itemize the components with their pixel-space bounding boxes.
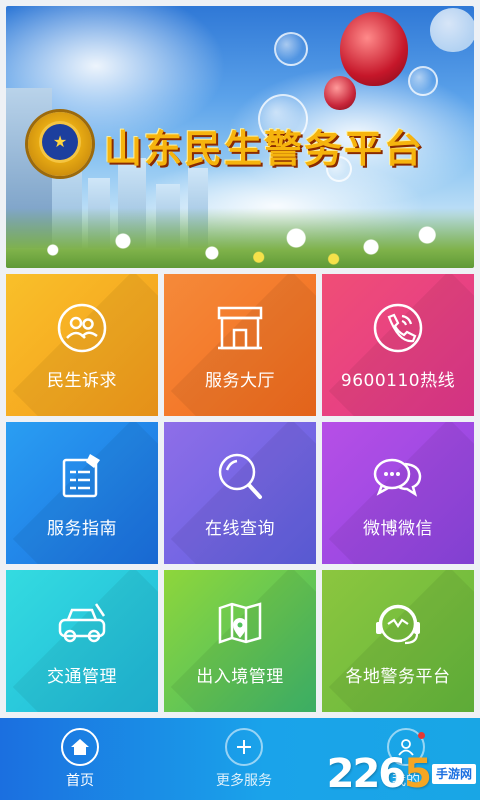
tile-label: 交通管理 xyxy=(47,667,117,687)
service-grid: 民生诉求 服务大厅 9600110热线 服务指南 在线查询 微博微信 交通管理 … xyxy=(6,274,474,712)
car-icon xyxy=(56,598,108,650)
hot-air-balloon xyxy=(430,8,474,52)
tile-hotline[interactable]: 9600110热线 xyxy=(322,274,474,416)
tile-traffic[interactable]: 交通管理 xyxy=(6,570,158,712)
tile-weibo-wechat[interactable]: 微博微信 xyxy=(322,422,474,564)
map-icon xyxy=(214,598,266,650)
tile-local-police[interactable]: 各地警务平台 xyxy=(322,570,474,712)
tile-label: 出入境管理 xyxy=(196,667,284,687)
tile-label: 民生诉求 xyxy=(47,371,117,391)
people-icon xyxy=(56,302,108,354)
tile-service-guide[interactable]: 服务指南 xyxy=(6,422,158,564)
nav-home-label: 首页 xyxy=(66,773,94,789)
banner[interactable]: ★ 山东民生警务平台 xyxy=(6,6,474,268)
tile-label: 服务大厅 xyxy=(205,371,275,391)
tile-label: 各地警务平台 xyxy=(345,667,451,687)
tile-label: 在线查询 xyxy=(205,519,275,539)
tile-label: 9600110热线 xyxy=(340,371,456,391)
notification-dot xyxy=(418,732,425,739)
tile-label: 微博微信 xyxy=(363,519,433,539)
bubble xyxy=(274,32,308,66)
nav-more-label: 更多服务 xyxy=(216,773,272,789)
nav-more-services[interactable]: 更多服务 xyxy=(184,728,304,790)
phone-icon xyxy=(372,302,424,354)
tile-label: 服务指南 xyxy=(47,519,117,539)
hot-air-balloon xyxy=(340,12,408,86)
watermark-site: 手游网 xyxy=(431,764,476,784)
flower-field xyxy=(6,208,474,268)
tile-people-appeal[interactable]: 民生诉求 xyxy=(6,274,158,416)
tile-exit-entry[interactable]: 出入境管理 xyxy=(164,570,316,712)
watermark-number: 226 xyxy=(326,751,406,797)
search-icon xyxy=(214,450,266,502)
home-icon xyxy=(61,728,99,766)
service-hall-icon xyxy=(214,302,266,354)
watermark-number-tail: 5 xyxy=(404,751,432,797)
plus-icon xyxy=(225,728,263,766)
watermark-logo: 2265 手游网 xyxy=(326,751,476,797)
nav-home[interactable]: 首页 xyxy=(20,728,140,790)
police-emblem-icon: ★ xyxy=(28,112,92,176)
hot-air-balloon xyxy=(324,76,356,110)
banner-title: 山东民生警务平台 xyxy=(104,126,425,171)
tile-service-hall[interactable]: 服务大厅 xyxy=(164,274,316,416)
tile-online-query[interactable]: 在线查询 xyxy=(164,422,316,564)
bottom-nav: 首页 更多服务 我的 2265 手游网 xyxy=(0,718,480,800)
headset-icon xyxy=(372,598,424,650)
chat-icon xyxy=(372,450,424,502)
bubble xyxy=(408,66,438,96)
guide-icon xyxy=(56,450,108,502)
